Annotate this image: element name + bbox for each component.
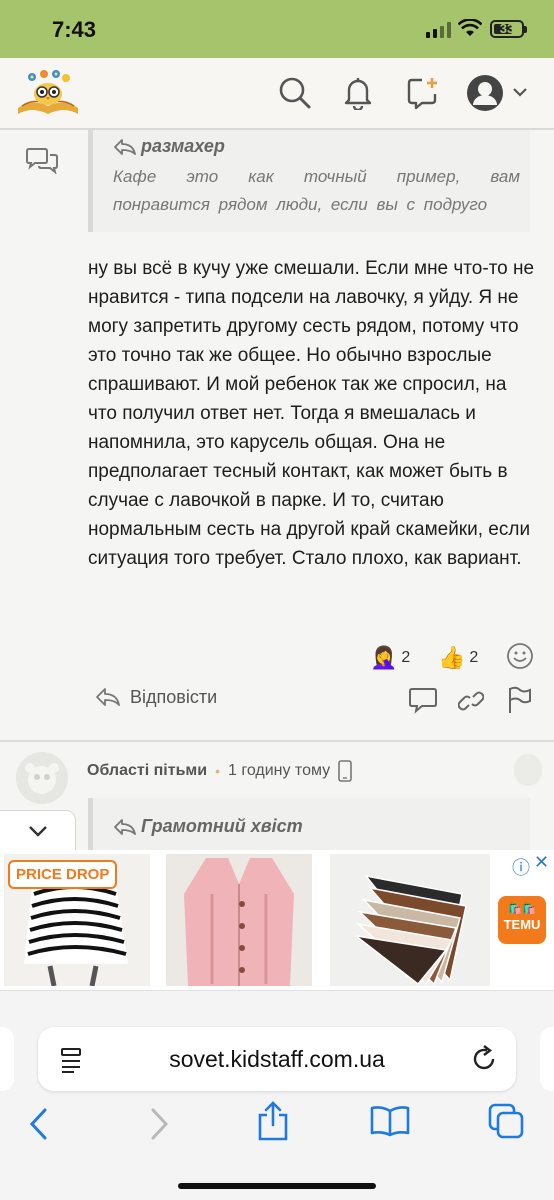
url-text: sovet.kidstaff.com.ua xyxy=(169,1046,385,1072)
author-name[interactable]: Області пітьми xyxy=(87,762,207,780)
site-header xyxy=(0,58,554,130)
post-time: 1 годину тому xyxy=(227,762,331,779)
tabs-icon[interactable] xyxy=(488,1103,524,1139)
link-icon[interactable] xyxy=(458,690,484,712)
previous-tab-card[interactable] xyxy=(0,1027,14,1091)
temu-logo-mark: 🛍️🛍️ xyxy=(508,903,536,915)
reactions-row: 🤦‍♀️ 2 👍 2 xyxy=(0,640,554,676)
post-meta: Області пітьми • 1 годину тому xyxy=(87,760,352,782)
online-dot: • xyxy=(215,763,220,779)
reaction-count: 2 xyxy=(401,649,411,666)
quote-text-line1: Кафе это как точный пример, вам xyxy=(113,167,520,186)
reaction-facepalm[interactable]: 🤦‍♀️ 2 xyxy=(370,640,410,676)
user-avatar[interactable] xyxy=(16,752,68,804)
ad-info-icon[interactable]: ⓘ xyxy=(512,854,530,880)
reply-button[interactable]: Відповісти xyxy=(94,686,217,708)
chat-bubbles-icon xyxy=(26,148,58,174)
battery-icon: 33 xyxy=(490,20,527,38)
next-tab-card[interactable] xyxy=(540,1027,554,1091)
home-indicator xyxy=(178,1183,376,1189)
back-icon[interactable] xyxy=(28,1107,50,1141)
owl-book-logo[interactable] xyxy=(16,68,80,118)
chevron-down-icon[interactable] xyxy=(512,86,528,98)
quote-text-line2: понравится рядом люди, если вы с подруго xyxy=(113,195,488,214)
status-bar: 7:43 33 xyxy=(0,0,554,58)
status-time: 7:43 xyxy=(52,17,97,42)
comment-icon[interactable] xyxy=(408,686,438,714)
facepalm-emoji: 🤦‍♀️ xyxy=(370,645,398,670)
reaction-thumbs-up[interactable]: 👍 2 xyxy=(438,640,478,676)
mobile-device-icon xyxy=(338,760,352,782)
post-separator xyxy=(0,740,554,742)
thread-content: размахер Кафе это как точный пример, вам… xyxy=(0,130,554,850)
battery-level: 33 xyxy=(499,21,515,36)
reaction-count: 2 xyxy=(469,649,479,666)
ad-product-image-pink-cardigan[interactable] xyxy=(166,854,312,986)
thumbs-up-emoji: 👍 xyxy=(438,645,466,670)
reply-arrow-icon xyxy=(96,688,120,706)
quote-author: размахер xyxy=(141,136,225,156)
temu-logo[interactable]: 🛍️🛍️ TEMU xyxy=(498,896,546,944)
reply-label: Відповісти xyxy=(130,686,218,707)
bookmarks-icon[interactable] xyxy=(370,1105,410,1137)
post-body: ну вы всё в кучу уже смешали. Если мне ч… xyxy=(88,258,535,569)
collapse-ad-button[interactable] xyxy=(0,810,76,850)
temu-logo-text: TEMU xyxy=(503,917,541,932)
post-options-pill[interactable] xyxy=(514,754,542,786)
signal-icon xyxy=(426,22,454,38)
bell-icon[interactable] xyxy=(343,76,373,110)
reply-arrow-icon xyxy=(114,818,136,835)
search-icon[interactable] xyxy=(278,76,312,110)
share-icon[interactable] xyxy=(256,1101,290,1141)
quote-author: Грамотний хвіст xyxy=(141,816,303,836)
quote-block: Грамотний хвіст xyxy=(88,798,530,850)
quote-author-row[interactable]: размахер xyxy=(113,136,520,157)
browser-toolbar: sovet.kidstaff.com.ua xyxy=(0,990,554,1200)
forward-icon[interactable] xyxy=(148,1107,170,1141)
add-reaction-smile-icon[interactable] xyxy=(506,642,534,670)
ad-banner[interactable]: PRICE DROP 🛍️🛍️ TEMU ⓘ ✕ xyxy=(0,850,554,990)
quote-author-row[interactable]: Грамотний хвіст xyxy=(113,816,520,837)
price-drop-badge: PRICE DROP xyxy=(8,860,118,889)
quote-block: размахер Кафе это как точный пример, вам… xyxy=(88,130,530,232)
ad-product-image-underwear-set[interactable] xyxy=(330,854,490,986)
reply-arrow-icon xyxy=(114,138,136,155)
reload-icon[interactable] xyxy=(470,1045,498,1073)
address-bar[interactable]: sovet.kidstaff.com.ua xyxy=(38,1027,516,1091)
new-post-icon[interactable] xyxy=(406,76,440,110)
ad-close-icon[interactable]: ✕ xyxy=(534,852,549,873)
wifi-icon xyxy=(458,19,482,36)
chevron-down-icon xyxy=(29,826,47,837)
flag-icon[interactable] xyxy=(506,686,532,714)
avatar-icon[interactable] xyxy=(466,74,504,112)
